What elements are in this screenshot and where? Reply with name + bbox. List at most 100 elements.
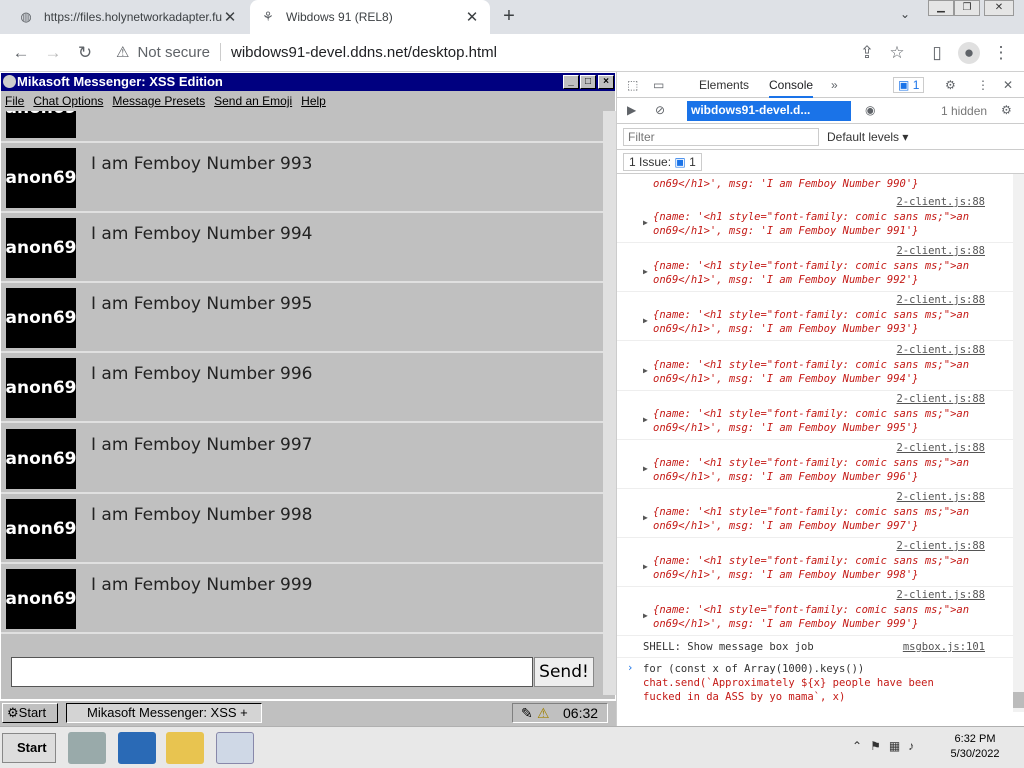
minimize-button[interactable]: _: [563, 75, 579, 89]
log-entry[interactable]: 2-client.js:88 ▶ {name: '<h1 style="font…: [617, 440, 1013, 489]
expand-triangle-icon[interactable]: ▶: [643, 464, 648, 473]
flag-icon[interactable]: ⚑: [870, 739, 889, 753]
menu-chat-options[interactable]: Chat Options: [33, 94, 103, 108]
expand-triangle-icon[interactable]: ▶: [643, 513, 648, 522]
minimize-window-button[interactable]: ▁: [928, 0, 954, 16]
source-link[interactable]: msgbox.js:101: [903, 641, 985, 653]
log-levels-dropdown[interactable]: Default levels ▾: [827, 130, 908, 144]
filter-row: Default levels ▾: [617, 124, 1024, 150]
chat-input[interactable]: [11, 657, 533, 687]
source-link[interactable]: 2-client.js:88: [896, 393, 985, 405]
close-devtools-icon[interactable]: ✕: [1003, 78, 1013, 92]
tab-search-icon[interactable]: ⌄: [896, 7, 914, 25]
forward-icon[interactable]: →: [42, 42, 64, 64]
messenger-titlebar[interactable]: Mikasoft Messenger: XSS Edition: [1, 73, 615, 91]
sidebar-toggle-icon[interactable]: ▶: [627, 103, 636, 117]
share-icon[interactable]: ⇪: [856, 42, 878, 64]
more-tabs-icon[interactable]: »: [831, 78, 838, 92]
tray-icons[interactable]: ⌃⚑▦♪: [852, 739, 922, 753]
console-scroll-thumb[interactable]: [1013, 692, 1024, 708]
console-filter-input[interactable]: [623, 128, 819, 146]
chat-list[interactable]: anon69 anon69 I am Femboy Number 993 ano…: [1, 111, 603, 673]
eye-icon[interactable]: ◉: [865, 103, 875, 117]
expand-triangle-icon[interactable]: ▶: [643, 562, 648, 571]
system-clock[interactable]: 6:32 PM 5/30/2022: [940, 732, 1010, 762]
volume-muted-icon[interactable]: ♪: [908, 739, 922, 753]
log-entry[interactable]: 2-client.js:88 ▶ {name: '<h1 style="font…: [617, 292, 1013, 341]
bookmark-star-icon[interactable]: ☆: [886, 42, 908, 64]
server-manager-icon[interactable]: [68, 732, 106, 764]
address-bar[interactable]: ⚠ Not secure wibdows91-devel.ddns.net/de…: [110, 37, 910, 67]
browser-menu-icon[interactable]: ⋮: [990, 42, 1012, 64]
context-selector[interactable]: wibdows91-devel.d...: [687, 101, 851, 121]
tab-elements[interactable]: Elements: [699, 78, 749, 92]
profile-avatar-icon[interactable]: ●: [958, 42, 980, 64]
log-entry[interactable]: 2-client.js:88 ▶ {name: '<h1 style="font…: [617, 538, 1013, 587]
menu-file[interactable]: File: [5, 94, 24, 108]
security-label[interactable]: Not secure: [137, 44, 210, 61]
expand-triangle-icon[interactable]: ▶: [643, 316, 648, 325]
source-link[interactable]: 2-client.js:88: [896, 589, 985, 601]
devtools-menu-icon[interactable]: ⋮: [977, 78, 989, 92]
log-entry[interactable]: SHELL: Show message box job msgbox.js:10…: [617, 636, 1013, 658]
log-entry[interactable]: 2-client.js:88 ▶ {name: '<h1 style="font…: [617, 489, 1013, 538]
device-toggle-icon[interactable]: ▭: [653, 78, 664, 92]
close-tab-icon[interactable]: ✕: [222, 8, 238, 26]
log-entry[interactable]: 2-client.js:88 ▶ {name: '<h1 style="font…: [617, 342, 1013, 391]
w91-start-button[interactable]: ⚙Start: [2, 703, 58, 723]
expand-triangle-icon[interactable]: ▶: [643, 366, 648, 375]
windows-start-button[interactable]: Start: [2, 733, 56, 763]
log-entry[interactable]: 2-client.js:88 ▶ {name: '<h1 style="font…: [617, 243, 1013, 292]
close-tab-icon[interactable]: ✕: [464, 8, 480, 26]
reload-icon[interactable]: ↻: [74, 42, 96, 64]
source-link[interactable]: 2-client.js:88: [896, 540, 985, 552]
inspect-icon[interactable]: ⬚: [627, 78, 638, 92]
new-tab-button[interactable]: +: [498, 5, 520, 27]
log-entry[interactable]: 2-client.js:88 ▶ {name: '<h1 style="font…: [617, 391, 1013, 440]
maximize-button[interactable]: □: [580, 75, 596, 89]
back-icon[interactable]: ←: [10, 42, 32, 64]
browser-tab-active[interactable]: ⚘ Wibdows 91 (REL8) ✕: [250, 0, 490, 34]
close-button[interactable]: ×: [598, 75, 614, 89]
settings-gear-icon[interactable]: ⚙: [945, 78, 956, 92]
menu-send-emoji[interactable]: Send an Emoji: [214, 94, 292, 108]
expand-triangle-icon[interactable]: ▶: [643, 267, 648, 276]
console-input[interactable]: for (const x of Array(1000).keys()) chat…: [643, 662, 934, 704]
browser-tab[interactable]: ◍ https://files.holynetworkadapter.fun ✕: [8, 0, 248, 34]
show-hidden-icons-icon[interactable]: ⌃: [852, 739, 870, 753]
warning-icon[interactable]: ⚠: [537, 704, 550, 722]
network-icon[interactable]: ▦: [889, 739, 908, 753]
source-link[interactable]: 2-client.js:88: [896, 196, 985, 208]
expand-triangle-icon[interactable]: ▶: [643, 611, 648, 620]
w91-task-button[interactable]: Mikasoft Messenger: XSS +: [66, 703, 262, 723]
warning-icon[interactable]: ⚠: [116, 43, 129, 61]
chrome-icon[interactable]: [216, 732, 254, 764]
file-explorer-icon[interactable]: [166, 732, 204, 764]
console-settings-icon[interactable]: ⚙: [1001, 103, 1012, 117]
expand-triangle-icon[interactable]: ▶: [643, 415, 648, 424]
send-button[interactable]: Send!: [534, 657, 594, 687]
issues-link[interactable]: 1 Issue: ▣ 1: [623, 153, 702, 171]
expand-triangle-icon[interactable]: ▶: [643, 218, 648, 227]
source-link[interactable]: 2-client.js:88: [896, 344, 985, 356]
log-entry[interactable]: 2-client.js:88 ▶ {name: '<h1 style="font…: [617, 587, 1013, 636]
clear-console-icon[interactable]: ⊘: [655, 103, 665, 117]
powershell-icon[interactable]: [118, 732, 156, 764]
log-entry[interactable]: 2-client.js:88 ▶ {name: '<h1 style="font…: [617, 194, 1013, 243]
issues-badge[interactable]: ▣ 1: [893, 76, 925, 93]
source-link[interactable]: 2-client.js:88: [896, 245, 985, 257]
menu-message-presets[interactable]: Message Presets: [112, 94, 205, 108]
console-output[interactable]: on69</h1>', msg: 'I am Femboy Number 990…: [617, 174, 1013, 712]
side-panel-icon[interactable]: ▯: [926, 42, 948, 64]
source-link[interactable]: 2-client.js:88: [896, 294, 985, 306]
restore-window-button[interactable]: ❐: [954, 0, 980, 16]
source-link[interactable]: 2-client.js:88: [896, 491, 985, 503]
url-text[interactable]: wibdows91-devel.ddns.net/desktop.html: [231, 44, 497, 61]
tab-console[interactable]: Console: [769, 78, 814, 98]
console-scrollbar[interactable]: [1013, 174, 1024, 712]
chat-scrollbar[interactable]: [603, 111, 616, 695]
close-window-button[interactable]: ✕: [984, 0, 1014, 16]
menu-help[interactable]: Help: [301, 94, 326, 108]
source-link[interactable]: 2-client.js:88: [896, 442, 985, 454]
pencil-icon[interactable]: ✎: [521, 704, 533, 722]
